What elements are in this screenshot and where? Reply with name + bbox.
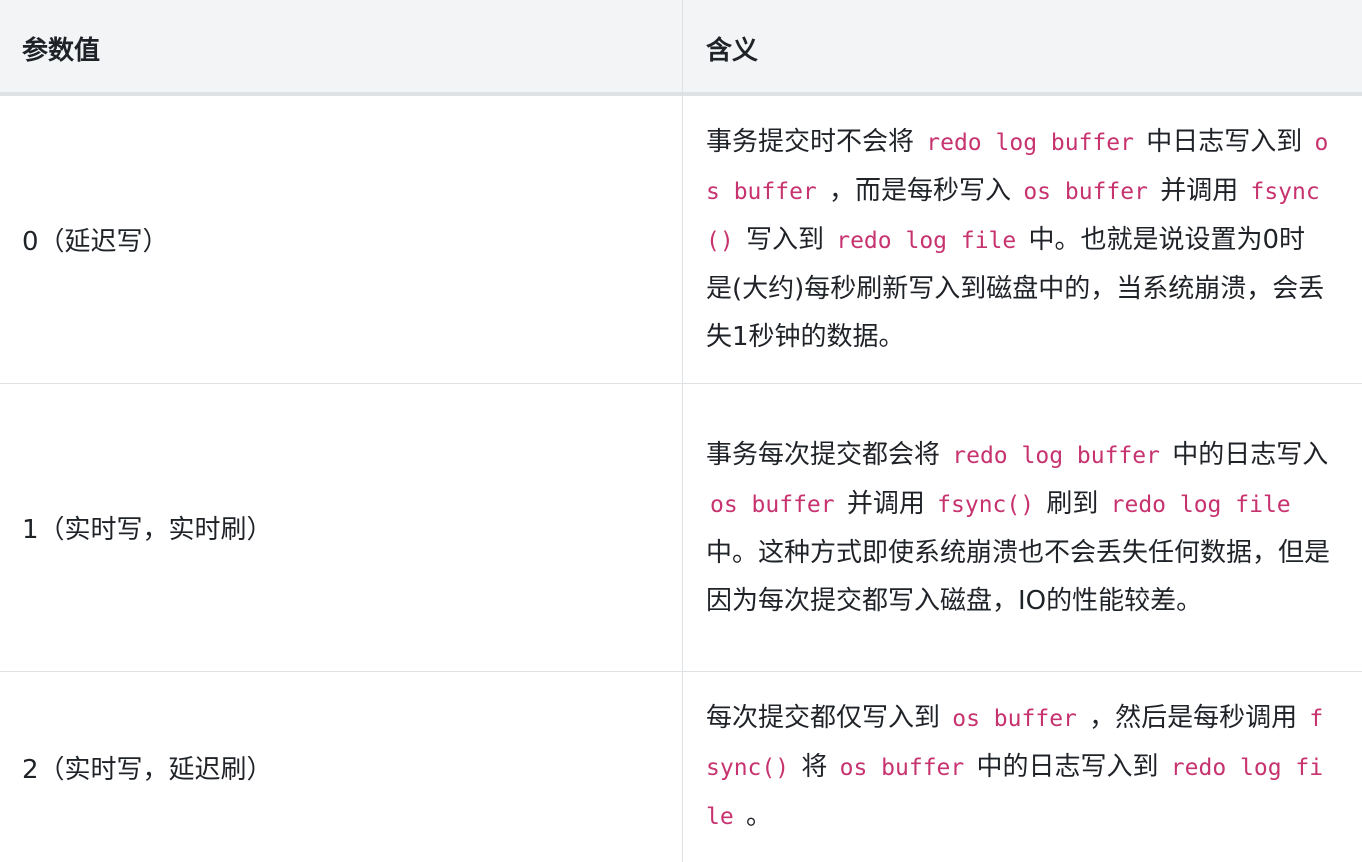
column-divider xyxy=(682,0,683,862)
text-segment: 中。这种方式即使系统崩溃也不会丢失任何数据，但是因为每次提交都写入磁盘，IO的性… xyxy=(706,537,1331,616)
row-param-value: 0（延迟写） xyxy=(22,227,169,257)
inline-code: os buffer xyxy=(1023,179,1148,205)
inline-code: redo log buffer xyxy=(952,442,1160,469)
text-segment: 中的日志写入 xyxy=(1163,439,1329,470)
text-segment: 刷到 xyxy=(1038,488,1107,519)
row-meaning-cell: 事务提交时不会将 redo log buffer 中日志写入到 os buffe… xyxy=(706,96,1330,383)
row-meaning-text: 事务提交时不会将 redo log buffer 中日志写入到 os buffe… xyxy=(706,118,1330,361)
inline-code: os buffer xyxy=(839,754,965,781)
text-segment: 事务每次提交都会将 xyxy=(706,439,949,470)
inline-code: redo log buffer xyxy=(926,130,1134,156)
text-segment: 中的日志写入到 xyxy=(968,751,1167,782)
row-param-value: 2（实时写，延迟刷） xyxy=(22,754,273,785)
text-segment: 写入到 xyxy=(737,225,833,255)
table-row: 1（实时写，实时刷） 事务每次提交都会将 redo log buffer 中的日… xyxy=(0,384,1362,672)
text-segment: 中日志写入到 xyxy=(1137,127,1311,157)
text-segment: ，而是每秒写入 xyxy=(820,176,1020,206)
inline-code: redo log file xyxy=(836,228,1017,254)
inline-code: redo log file xyxy=(1110,491,1291,518)
text-segment: 事务提交时不会将 xyxy=(706,127,923,157)
inline-code: os buffer xyxy=(952,705,1077,732)
row-meaning-cell: 事务每次提交都会将 redo log buffer 中的日志写入 os buff… xyxy=(706,384,1330,671)
text-segment: 并调用 xyxy=(838,488,934,519)
text-segment: 将 xyxy=(793,751,836,782)
text-segment: 每次提交都仅写入到 xyxy=(706,702,949,733)
text-segment: 并调用 xyxy=(1151,176,1247,206)
text-segment: ，然后是每秒调用 xyxy=(1080,702,1306,733)
row-param-value: 1（实时写，实时刷） xyxy=(22,515,273,545)
row-meaning-text: 每次提交都仅写入到 os buffer ，然后是每秒调用 fsync() 将 o… xyxy=(706,694,1330,841)
inline-code: os buffer xyxy=(710,491,835,518)
row-meaning-cell: 每次提交都仅写入到 os buffer ，然后是每秒调用 fsync() 将 o… xyxy=(706,672,1330,862)
table-row: 0（延迟写） 事务提交时不会将 redo log buffer 中日志写入到 o… xyxy=(0,96,1362,384)
text-segment: 。 xyxy=(737,800,772,831)
table-header: 参数值 含义 xyxy=(0,0,1362,96)
header-meaning: 含义 xyxy=(706,35,759,66)
parameter-table: 参数值 含义 0（延迟写） 事务提交时不会将 redo log buffer 中… xyxy=(0,0,1362,862)
header-param-value: 参数值 xyxy=(22,35,101,66)
row-meaning-text: 事务每次提交都会将 redo log buffer 中的日志写入 os buff… xyxy=(706,431,1330,625)
inline-code: fsync() xyxy=(937,491,1035,518)
table-row: 2（实时写，延迟刷） 每次提交都仅写入到 os buffer ，然后是每秒调用 … xyxy=(0,672,1362,862)
